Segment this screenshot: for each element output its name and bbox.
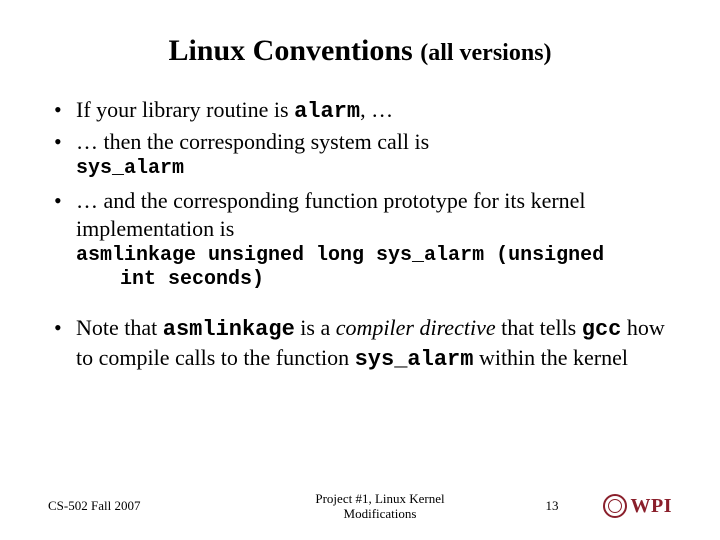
footer-center-l2: Modifications [344,506,417,521]
wpi-logo-text: WPI [631,495,673,518]
bullet-4-mid1: is a [295,315,336,340]
bullet-1-post: , … [360,97,393,122]
bullet-3-sub-l1: asmlinkage unsigned long sys_alarm (unsi… [76,244,604,267]
bullet-4-ital: compiler directive [336,315,496,340]
bullet-1-code: alarm [294,99,360,124]
footer-pagenum: 13 [532,498,572,514]
bullet-3-sub-l2: int seconds) [76,268,264,292]
bullet-2: … then the corresponding system call is [48,128,672,156]
bullet-list-3: Note that asmlinkage is a compiler direc… [48,314,672,373]
title-main: Linux Conventions [168,34,420,67]
bullet-3-sub: asmlinkage unsigned long sys_alarm (unsi… [76,244,672,292]
bullet-1: If your library routine is alarm, … [48,96,672,126]
slide: Linux Conventions (all versions) If your… [0,0,720,540]
bullet-list: If your library routine is alarm, … … th… [48,96,672,155]
bullet-3: … and the corresponding function prototy… [48,187,672,242]
bullet-4-code3: sys_alarm [355,347,474,372]
wpi-seal-icon [603,494,627,518]
bullet-4-mid2: that tells [496,315,582,340]
bullet-4-code2: gcc [582,317,622,342]
bullet-3-text: … and the corresponding function prototy… [76,188,586,241]
spacer [48,298,672,314]
footer-center-l1: Project #1, Linux Kernel [315,491,444,506]
bullet-4: Note that asmlinkage is a compiler direc… [48,314,672,373]
bullet-4-post: within the kernel [473,345,628,370]
footer-logo: WPI [572,494,672,518]
slide-title: Linux Conventions (all versions) [48,34,672,68]
bullet-2-text: … then the corresponding system call is [76,129,429,154]
footer-left: CS-502 Fall 2007 [48,498,228,514]
bullet-1-pre: If your library routine is [76,97,294,122]
bullet-2-sub: sys_alarm [76,157,672,181]
bullet-4-code1: asmlinkage [163,317,295,342]
bullet-4-pre: Note that [76,315,163,340]
title-sub: (all versions) [420,40,551,66]
bullet-list-2: … and the corresponding function prototy… [48,187,672,242]
footer: CS-502 Fall 2007 Project #1, Linux Kerne… [0,491,720,522]
footer-center: Project #1, Linux Kernel Modifications [228,491,532,522]
